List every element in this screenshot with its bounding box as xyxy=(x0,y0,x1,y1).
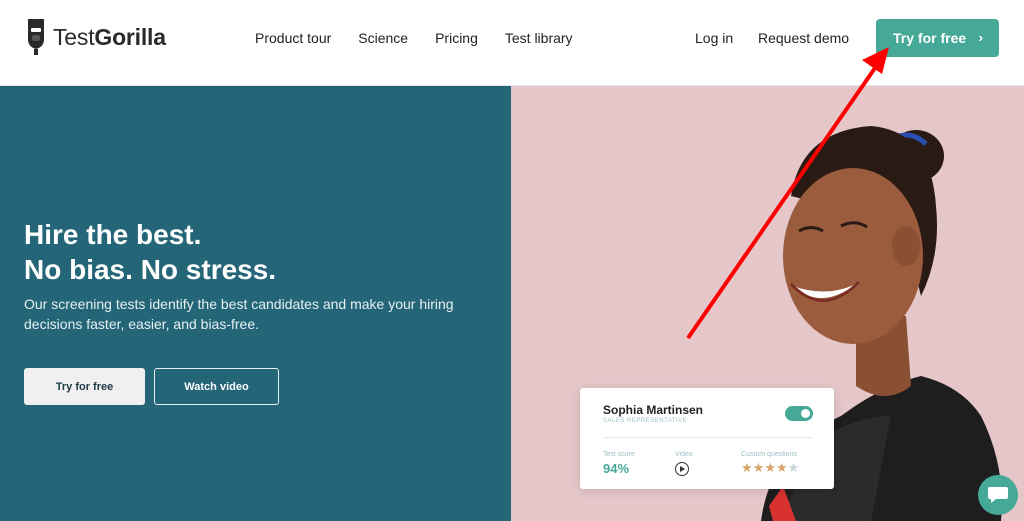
hero-title-line2: No bias. No stress. xyxy=(24,254,277,285)
chevron-right-icon: › xyxy=(978,30,983,45)
card-divider xyxy=(603,437,813,438)
video-label: Video xyxy=(675,451,693,458)
star-icon: ★ xyxy=(775,460,788,475)
logo[interactable]: TestGorilla xyxy=(25,17,166,57)
hero-title: Hire the best. No bias. No stress. xyxy=(24,217,276,287)
nav-pricing[interactable]: Pricing xyxy=(435,30,478,46)
hero-subtitle: Our screening tests identify the best ca… xyxy=(24,296,454,332)
try-for-free-button[interactable]: Try for free xyxy=(24,368,145,405)
watch-video-button[interactable]: Watch video xyxy=(154,368,279,405)
try-for-free-header-button[interactable]: Try for free › xyxy=(876,19,999,57)
candidate-name: Sophia Martinsen xyxy=(603,403,704,417)
nav-product-tour[interactable]: Product tour xyxy=(255,30,331,46)
star-icon: ★ xyxy=(787,460,800,475)
test-score-value: 94% xyxy=(603,461,630,476)
try-for-free-label: Try for free xyxy=(893,30,967,46)
request-demo-link[interactable]: Request demo xyxy=(758,30,849,46)
login-link[interactable]: Log in xyxy=(695,30,733,46)
hero-section: Hire the best. No bias. No stress. Our s… xyxy=(0,86,511,521)
candidate-card[interactable]: Sophia Martinsen SALES REPRESENTATIVE Te… xyxy=(580,388,834,489)
candidate-toggle[interactable] xyxy=(785,406,813,421)
nav-science[interactable]: Science xyxy=(358,30,408,46)
main-nav: Product tour Science Pricing Test librar… xyxy=(255,30,600,46)
rating-stars: ★★★★★ xyxy=(741,460,799,476)
custom-questions-label: Custom questions xyxy=(741,451,798,458)
play-icon[interactable] xyxy=(675,462,689,476)
site-header: TestGorilla Product tour Science Pricing… xyxy=(0,0,1024,86)
test-score-label: Test score xyxy=(603,451,635,458)
chat-bubble-button[interactable] xyxy=(978,475,1018,515)
gorilla-logo-icon xyxy=(28,19,44,55)
star-icon: ★ xyxy=(741,460,753,475)
logo-text: TestGorilla xyxy=(53,23,166,50)
star-icon: ★ xyxy=(752,460,765,475)
chat-bubble-icon xyxy=(988,487,1008,503)
star-icon: ★ xyxy=(764,460,776,475)
nav-test-library[interactable]: Test library xyxy=(505,30,573,46)
candidate-role: SALES REPRESENTATIVE xyxy=(603,418,688,424)
hero-title-line1: Hire the best. xyxy=(24,219,202,250)
